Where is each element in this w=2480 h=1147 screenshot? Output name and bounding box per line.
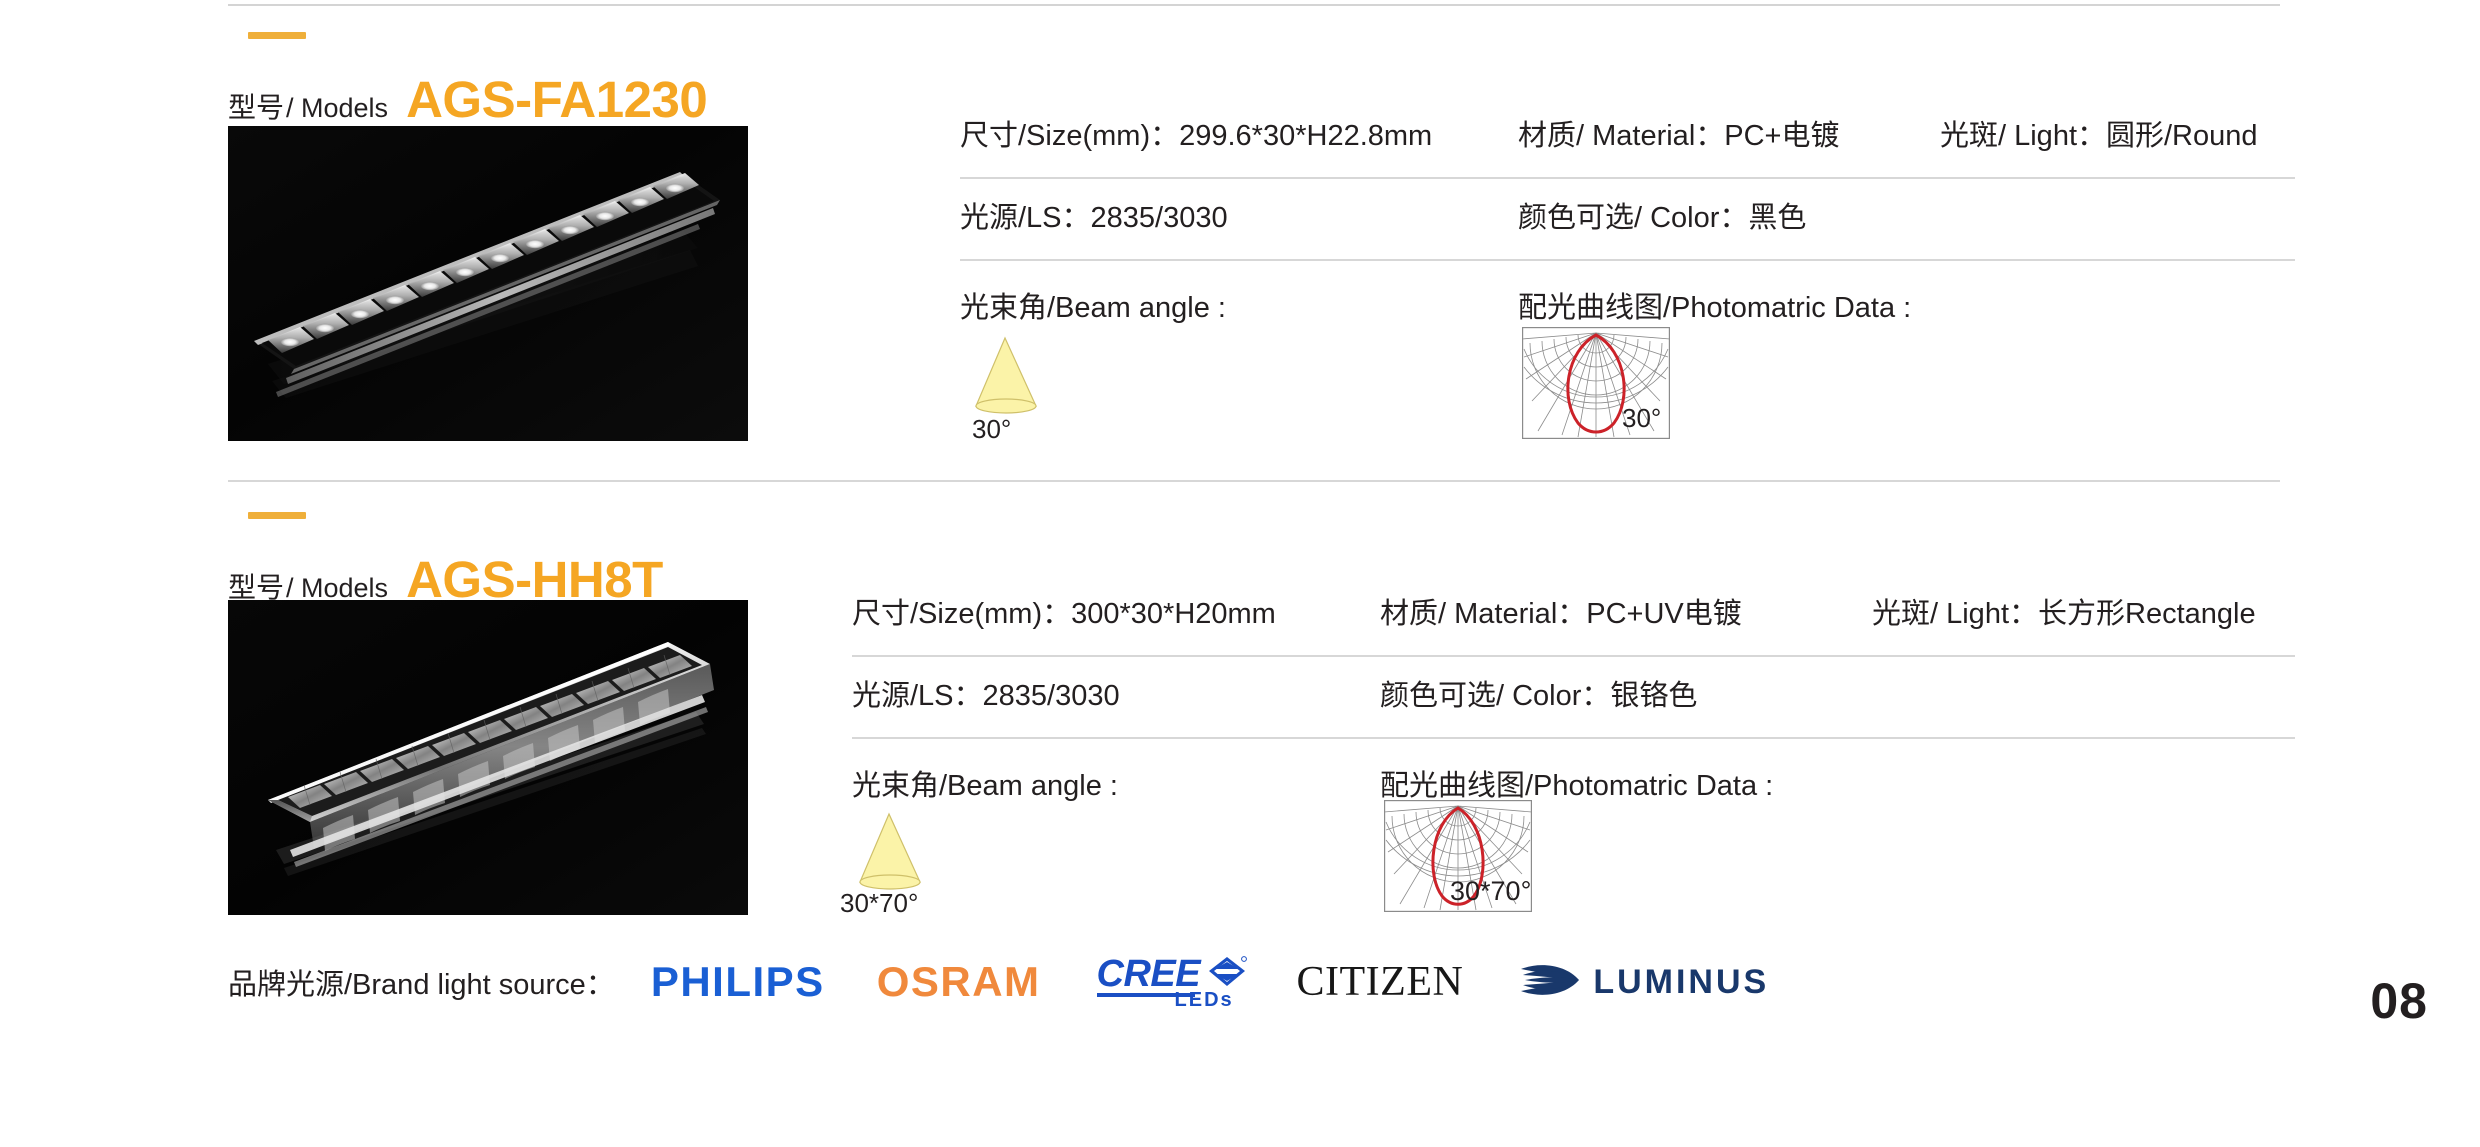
product-2-beam-cone [836,810,946,900]
photometric-curve-icon: 30*70° [1383,800,1533,913]
color-label: 颜色可选/ Color： [1380,680,1611,712]
luminus-wordmark: LUMINUS [1593,962,1770,1001]
product-2-photometric-title: 配光曲线图/Photomatric Data : [1380,770,1774,802]
product-1-light-row: 光斑/ Light：圆形/Round [1940,122,2258,151]
ls-label: 光源/LS： [960,202,1091,234]
osram-logo: OSRAM [876,958,1041,1005]
light-label: 光斑/ Light： [1940,120,2106,152]
product-2-ls-row: 光源/LS：2835/3030 [852,682,1120,711]
model-label-cn: 型号 [228,92,285,123]
product-1-beam-angle-title: 光束角/Beam angle : [960,292,1226,324]
product-2-size-row: 尺寸/Size(mm)：300*30*H20mm [852,600,1276,629]
product-2-ls-value: 2835/3030 [982,680,1120,712]
product-1-size-value: 299.6*30*H22.8mm [1179,120,1433,152]
top-divider [228,4,2280,6]
cree-diamond-icon [1207,955,1247,994]
product-2-material-row: 材质/ Material：PC+UV电镀 [1380,600,1742,629]
philips-logo: PHILIPS [650,958,825,1005]
product-1-photometric-angle-label: 30° [1622,403,1661,433]
product-2-photo-graphic [228,600,748,915]
product-1-divider-2 [960,259,2295,261]
product-2-divider-2 [852,737,2295,739]
citizen-logo: CITIZEN [1296,959,1464,1005]
product-2-divider-1 [852,655,2295,657]
luminus-logo: LUMINUS [1513,958,1769,1007]
product-1-material-value: PC+电镀 [1724,120,1840,152]
brand-light-source-row: 品牌光源/Brand light source： PHILIPS OSRAM C… [228,952,1769,1012]
product-1-model-code: AGS-FA1230 [406,71,708,128]
product-2-material-value: PC+UV电镀 [1586,598,1742,630]
material-label: 材质/ Material： [1380,598,1587,630]
color-label: 颜色可选/ Color： [1518,202,1749,234]
product-2-color-row: 颜色可选/ Color：银铬色 [1380,682,1697,711]
product-2-size-value: 300*30*H20mm [1071,598,1276,630]
page-number: 08 [2370,973,2428,1029]
photometric-curve-icon: 30° [1521,327,1671,440]
product-1-color-row: 颜色可选/ Color：黑色 [1518,204,1806,233]
section-divider [228,480,2280,482]
product-1-photometric-title: 配光曲线图/Photomatric Data : [1518,292,1912,324]
product-2-photometric-angle-label: 30*70° [1450,876,1531,906]
size-label: 尺寸/Size(mm)： [852,598,1072,630]
light-label: 光斑/ Light： [1872,598,2038,630]
product-1-ls-row: 光源/LS：2835/3030 [960,204,1228,233]
luminus-swoosh-icon [1513,958,1585,1007]
product-1-divider-1 [960,177,2295,179]
cree-logo: CREE LEDs [1096,953,1247,1011]
product-2-light-row: 光斑/ Light：长方形Rectangle [1872,600,2256,629]
brands-label: 品牌光源/Brand light source： [228,969,615,1001]
beam-cone-icon [975,336,1037,414]
accent-dash [248,32,306,39]
product-2-light-value: 长方形Rectangle [2038,598,2256,630]
model-label-en: / Models [286,93,389,123]
product-1-light-value: 圆形/Round [2106,120,2258,152]
product-2-beam-angle-title: 光束角/Beam angle : [852,770,1118,802]
size-label: 尺寸/Size(mm)： [960,120,1180,152]
product-1-size-row: 尺寸/Size(mm)：299.6*30*H22.8mm [960,122,1432,151]
product-1-beam-cone [952,334,1062,424]
product-1-beam-angle-value: 30° [972,414,1012,444]
product-1-ls-value: 2835/3030 [1090,202,1228,234]
beam-cone-icon [859,812,921,890]
ls-label: 光源/LS： [852,680,983,712]
accent-dash [248,512,306,519]
product-2-photometric-diagram: 30*70° [1383,800,1533,913]
product-2-photo [228,600,748,915]
product-1-photo-graphic [228,126,748,441]
material-label: 材质/ Material： [1518,120,1725,152]
product-2-color-value: 银铬色 [1610,680,1698,712]
product-1-color-value: 黑色 [1748,202,1807,234]
product-2-beam-angle-value: 30*70° [840,888,919,918]
product-1-material-row: 材质/ Material：PC+电镀 [1518,122,1840,151]
product-1-photometric-diagram: 30° [1521,327,1671,440]
product-1-photo [228,126,748,441]
